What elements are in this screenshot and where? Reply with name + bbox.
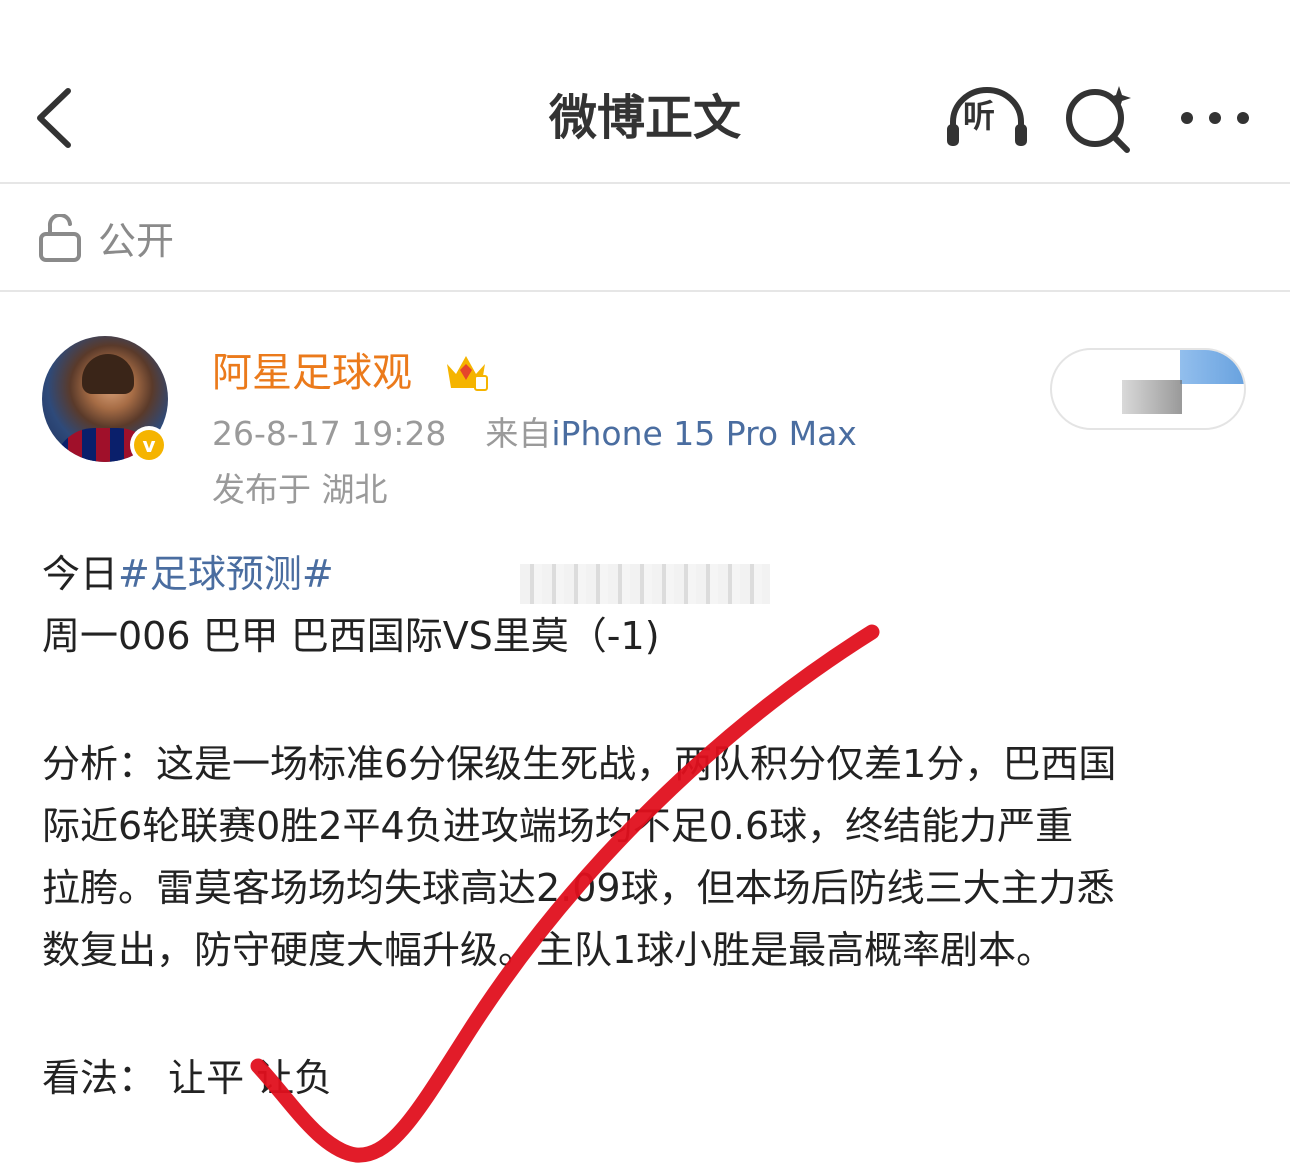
intro-line: 今日#足球预测#: [42, 546, 334, 602]
post-timestamp: 26-8-17 19:28: [212, 414, 447, 453]
hashtag-link[interactable]: #足球预测#: [118, 552, 334, 596]
listen-label: 听: [963, 97, 996, 135]
more-button[interactable]: [1175, 98, 1255, 138]
visibility-label: 公开: [98, 219, 175, 263]
verdict-line: 看法： 让平 让负: [42, 1056, 333, 1100]
analysis-line: 分析：这是一场标准6分保级生死战，两队积分仅差1分，巴西国: [42, 742, 1117, 786]
search-sparkle-icon: [1066, 86, 1131, 153]
follow-blur-block: [1180, 350, 1244, 384]
analysis-line: 数复出，防守硬度大幅升级。主队1球小胜是最高概率剧本。: [42, 928, 1055, 972]
visibility-divider: [0, 290, 1290, 292]
analysis-line: 际近6轮联赛0胜2平4负进攻端场均不足0.6球，终结能力严重: [42, 804, 1074, 848]
avatar-hair: [82, 354, 134, 394]
nav-header: 微博正文 听: [0, 0, 1290, 184]
listen-button[interactable]: 听: [945, 84, 1029, 150]
back-button[interactable]: [30, 85, 90, 151]
more-dots-icon: [1181, 112, 1249, 124]
follow-blur-block-2: [1122, 380, 1182, 414]
crown-vip-icon[interactable]: [443, 350, 489, 392]
visibility-row[interactable]: 公开: [0, 184, 1290, 292]
intro-prefix: 今日: [42, 552, 119, 596]
page-title: 微博正文: [548, 90, 741, 146]
chevron-left-icon: [37, 88, 71, 148]
match-line: 周一006 巴甲 巴西国际VS里莫（-1): [42, 614, 660, 658]
search-button[interactable]: [1065, 84, 1135, 154]
post-meta: 26-8-17 19:28 来自iPhone 15 Pro Max: [212, 412, 857, 456]
unlock-icon: [39, 214, 81, 262]
follow-button[interactable]: [1050, 348, 1246, 430]
source-prefix: 来自: [485, 414, 552, 453]
redacted-content: [520, 564, 770, 604]
analysis-line: 拉胯。雷莫客场场均失球高达2.09球，但本场后防线三大主力悉: [42, 866, 1115, 910]
verified-badge: v: [130, 426, 168, 464]
author-name[interactable]: 阿星足球观: [212, 347, 412, 399]
verified-v-icon: v: [134, 430, 164, 460]
source-device[interactable]: iPhone 15 Pro Max: [551, 414, 856, 453]
post-location: 发布于 湖北: [212, 470, 388, 509]
